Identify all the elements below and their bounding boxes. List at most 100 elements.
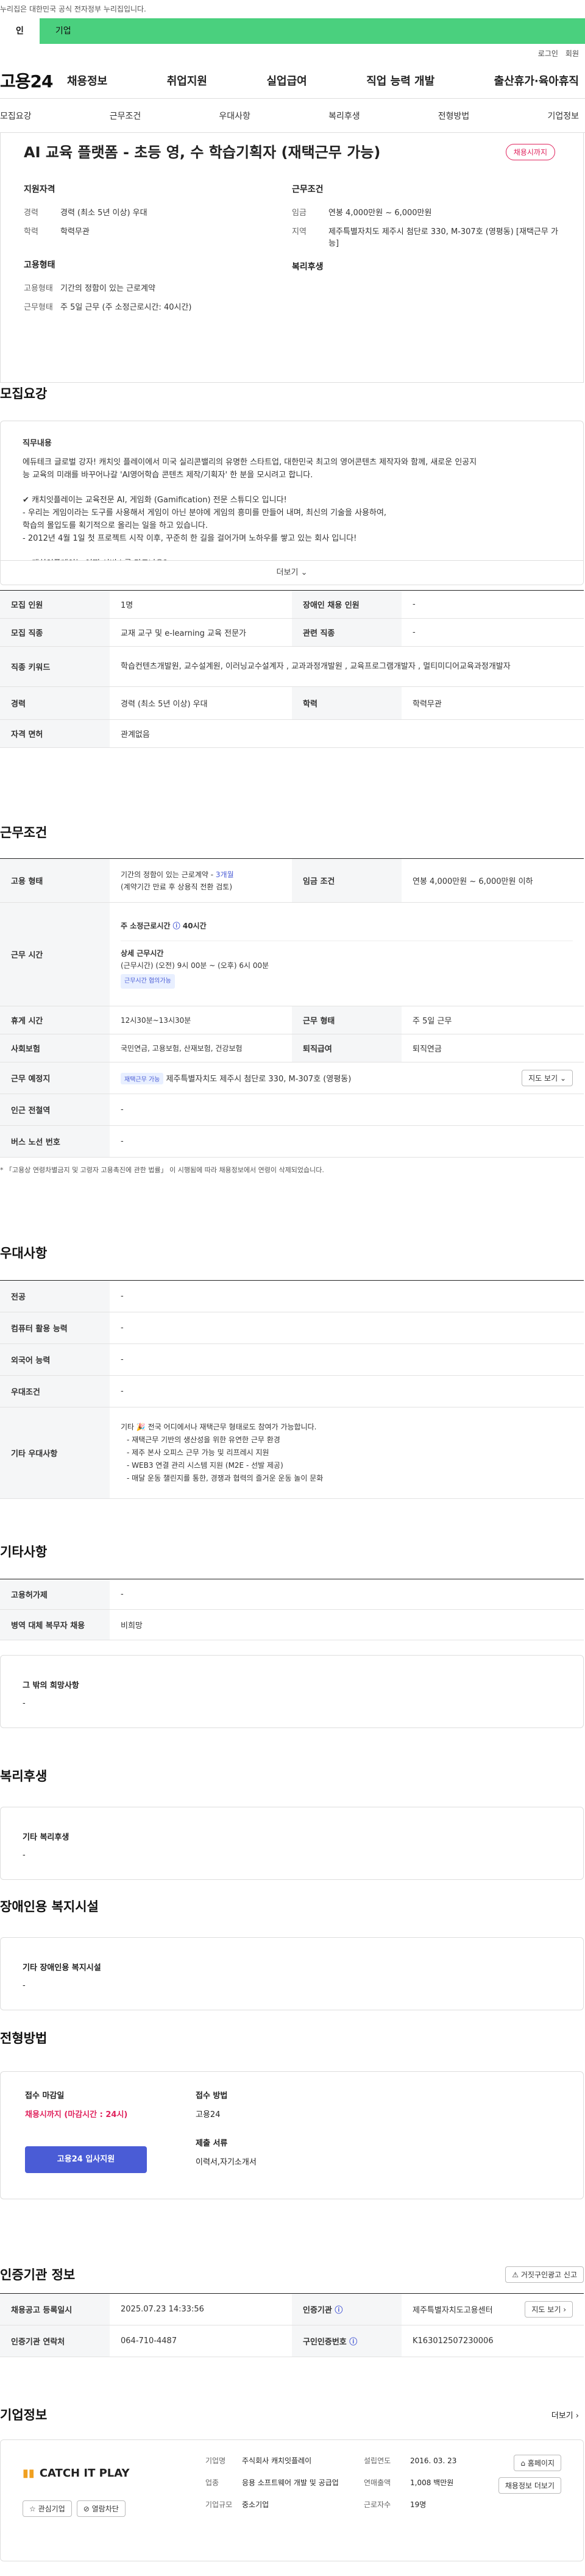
label: 기업명 bbox=[205, 2457, 226, 2465]
size-value: 중소기업 bbox=[242, 2500, 269, 2509]
label: 설립연도 bbox=[364, 2457, 391, 2465]
apply-card: 접수 마감일 채용시까지 (마감시간 : 24시) 고용24 입사지원 접수 방… bbox=[0, 2071, 584, 2199]
emp-type-value: 기간의 정함이 있는 근로계약 bbox=[60, 284, 155, 293]
emp-cell: 기간의 정함이 있는 근로계약 - 3개월 (계약기간 만료 후 상용직 전환 … bbox=[110, 859, 292, 902]
cell-label: 외국어 능력 bbox=[0, 1344, 110, 1375]
job-summary: AI 교육 플랫폼 - 초등 영, 수 학습기획자 (재택근무 가능) 채용시까… bbox=[0, 133, 584, 383]
table-row: 기타 우대사항 기타 🎉 전국 어디에서나 재택근무 형태로도 참여가 가능합니… bbox=[0, 1407, 584, 1499]
company-more-link[interactable]: 더보기 › bbox=[551, 2409, 579, 2421]
cell-label: 학력 bbox=[292, 687, 402, 719]
cell-label: 버스 노선 번호 bbox=[0, 1126, 110, 1157]
label: 지역 bbox=[292, 227, 307, 237]
nav-item-parental-leave[interactable]: 출산휴가·육아휴직 bbox=[494, 73, 579, 88]
report-button[interactable]: ⚠ 거짓구인광고 신고 bbox=[505, 2266, 584, 2283]
time-negotiable-chip: 근무시간 협의가능 bbox=[121, 974, 175, 989]
table-row: 우대조건 - bbox=[0, 1376, 584, 1407]
block-label: 열람차단 bbox=[91, 2505, 119, 2513]
company-logo: ▮▮ CATCH IT PLAY bbox=[23, 2467, 130, 2480]
job-title: AI 교육 플랫폼 - 초등 영, 수 학습기획자 (재택근무 가능) bbox=[24, 144, 381, 161]
table-row: 버스 노선 번호 - bbox=[0, 1126, 584, 1158]
tab-individual[interactable]: 인 bbox=[0, 18, 40, 44]
work-section: 근무조건 고용 형태 기간의 정함이 있는 근로계약 - 3개월 (계약기간 만… bbox=[0, 823, 585, 1175]
info-icon[interactable]: ⓘ bbox=[335, 2304, 342, 2315]
more-jobs-button[interactable]: 채용정보 더보기 bbox=[498, 2477, 561, 2494]
emp-note: (계약기간 만료 후 상용직 전환 검토) bbox=[121, 882, 232, 891]
age-note: * 「고용상 연령차별금지 및 고령자 고용촉진에 관한 법률」 이 시행됨에 … bbox=[0, 1166, 324, 1174]
etc-line: 기타 🎉 전국 어디에서나 재택근무 형태로도 참여가 가능합니다. bbox=[121, 1423, 317, 1431]
cell-label: 휴게 시간 bbox=[0, 1006, 110, 1034]
cell-value: 비희망 bbox=[121, 1621, 143, 1631]
apply-button[interactable]: 고용24 입사지원 bbox=[25, 2146, 147, 2173]
pref-heading: 우대사항 bbox=[0, 1246, 48, 1261]
welfare-card-value: - bbox=[23, 1851, 26, 1860]
label: 근로자수 bbox=[364, 2500, 391, 2509]
docs-value: 이력서,자기소개서 bbox=[196, 2158, 257, 2167]
user-tabs: 인 기업 bbox=[0, 18, 585, 44]
cell-label: 사회보험 bbox=[0, 1034, 110, 1062]
table-row: 인증기관 연락처 064-710-4487 구인인증번호 ⓘ K163012507… bbox=[0, 2325, 584, 2357]
inst-cell: 제주특별자치도고용센터 지도 보기 › bbox=[402, 2294, 584, 2325]
duty-line: ✔ 캐치잇플레이는 교육전문 AI, 게임화 (Gamification) 전문… bbox=[23, 496, 287, 505]
hope-card: 그 밖의 희망사항 - bbox=[0, 1655, 584, 1728]
anchor-company[interactable]: 기업정보 bbox=[547, 110, 579, 122]
table-row: 외국어 능력 - bbox=[0, 1344, 584, 1376]
favorite-button[interactable]: ☆ 관심기업 bbox=[23, 2500, 72, 2517]
nav-item-employment-support[interactable]: 취업지원 bbox=[167, 73, 207, 88]
signup-link[interactable]: 회원 bbox=[566, 48, 579, 59]
more-label: 더보기 bbox=[276, 568, 299, 577]
anchor-recruit[interactable]: 모집요강 bbox=[0, 110, 32, 122]
duty-line: - 우리는 게임이라는 도구를 사용해서 게임이 아닌 분야에 게임의 흥미를 … bbox=[23, 508, 387, 518]
sales-value: 1,008 백만원 bbox=[410, 2478, 454, 2487]
work-type-value: 주 5일 근무 (주 소정근로시간: 40시간) bbox=[60, 303, 192, 312]
table-row: 근무 예정지 재택근무 가능 제주특별자치도 제주시 첨단로 330, M-307… bbox=[0, 1062, 584, 1094]
info-icon[interactable]: ⓘ bbox=[173, 922, 180, 930]
anchor-pref[interactable]: 우대사항 bbox=[219, 110, 250, 122]
etc-line: - 제주 본사 오피스 근무 가능 및 리프레시 지원 bbox=[127, 1448, 269, 1457]
nav-item-vocational-training[interactable]: 직업 능력 개발 bbox=[366, 73, 434, 88]
cell-value: - bbox=[413, 628, 416, 637]
anchor-apply[interactable]: 전형방법 bbox=[438, 110, 470, 122]
company-section: 기업정보 더보기 › ▮▮ CATCH IT PLAY ☆ 관심기업 ⊘ 열람차단… bbox=[0, 2405, 585, 2561]
favorite-label: 관심기업 bbox=[38, 2505, 65, 2513]
label: 업종 bbox=[205, 2478, 219, 2487]
apply-section: 전형방법 접수 마감일 채용시까지 (마감시간 : 24시) 고용24 입사지원… bbox=[0, 2029, 585, 2199]
recruit-heading: 모집요강 bbox=[0, 386, 48, 401]
map-label: 지도 보기 bbox=[531, 2305, 561, 2314]
deadline-heading: 접수 마감일 bbox=[25, 2091, 65, 2101]
place-cell: 재택근무 가능 제주특별자치도 제주시 첨단로 330, M-307호 (영평동… bbox=[110, 1062, 584, 1094]
info-icon[interactable]: ⓘ bbox=[349, 2335, 357, 2347]
block-button[interactable]: ⊘ 열람차단 bbox=[76, 2500, 126, 2517]
nav-item-unemployment-benefit[interactable]: 실업급여 bbox=[267, 73, 307, 88]
more-label: 더보기 bbox=[551, 2411, 573, 2421]
cell-value: 학력무관 bbox=[413, 700, 442, 709]
nav-item-jobs[interactable]: 채용정보 bbox=[67, 73, 107, 88]
anchor-welfare[interactable]: 복리후생 bbox=[328, 110, 360, 122]
duty-line: 학습의 몰입도를 획기적으로 올리는 일을 하고 있습니다. bbox=[23, 521, 208, 530]
homepage-label: 홈페이지 bbox=[527, 2459, 555, 2467]
no-label: 구인인증번호 bbox=[303, 2338, 347, 2347]
map-button[interactable]: 지도 보기 › bbox=[525, 2301, 573, 2318]
table-row: 근무 시간 주 소정근로시간 ⓘ 40시간 상세 근무시간 (근무시간) (오전… bbox=[0, 903, 584, 1006]
site-logo[interactable]: 고용24 bbox=[0, 68, 67, 93]
deadline-value: 채용시까지 (마감시간 : 24시) bbox=[25, 2110, 128, 2119]
disability-heading: 장애인용 복지시설 bbox=[0, 1899, 99, 1914]
util-links: 로그인 회원 bbox=[0, 44, 585, 62]
report-icon: ⚠ bbox=[512, 2270, 519, 2279]
cell-label: 직종 키워드 bbox=[0, 647, 110, 686]
more-button[interactable]: 더보기 ⌄ bbox=[1, 560, 583, 585]
tab-company[interactable]: 기업 bbox=[40, 18, 87, 44]
deadline-badge: 채용시까지 bbox=[505, 144, 555, 160]
homepage-button[interactable]: ⌂ 홈페이지 bbox=[514, 2455, 561, 2471]
welfare-card: 기타 복리후생 - bbox=[0, 1807, 584, 1880]
cell-label: 관련 직종 bbox=[292, 619, 402, 646]
cell-value: - bbox=[121, 1323, 124, 1332]
table-row: 병역 대체 복무자 채용 비희망 bbox=[0, 1610, 584, 1640]
apply-heading: 전형방법 bbox=[0, 2031, 48, 2046]
map-button[interactable]: 지도 보기 ⌄ bbox=[522, 1070, 573, 1086]
time-detail: (근무시간) (오전) 9시 00분 ~ (오후) 6시 00분 bbox=[121, 961, 269, 970]
cell-label: 경력 bbox=[0, 687, 110, 719]
anchor-work[interactable]: 근무조건 bbox=[110, 110, 141, 122]
chevron-down-icon: ⌄ bbox=[300, 568, 308, 577]
login-link[interactable]: 로그인 bbox=[538, 48, 558, 59]
label: 경력 bbox=[24, 208, 38, 218]
